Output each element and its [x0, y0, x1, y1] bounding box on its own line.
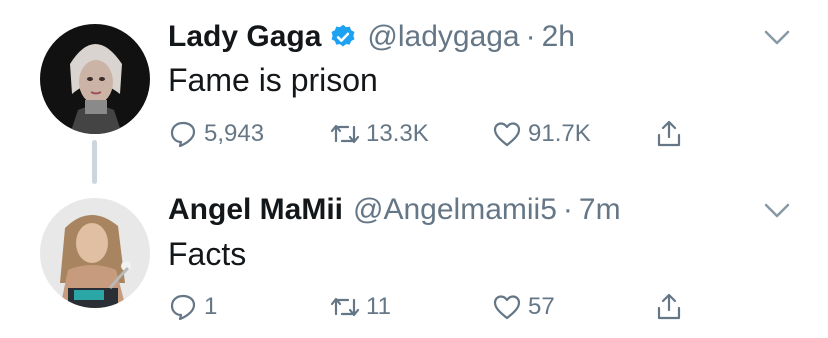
like-button[interactable]: 91.7K	[492, 114, 591, 154]
share-icon	[657, 120, 681, 147]
retweet-icon	[330, 297, 360, 317]
like-count: 57	[528, 293, 555, 320]
reply-count: 1	[204, 293, 218, 320]
chevron-down-icon[interactable]	[764, 203, 790, 219]
action-bar: 1 11 57	[168, 287, 708, 327]
author-handle[interactable]: @ladygaga	[367, 20, 519, 54]
tweet-header: Lady Gaga @ladygaga · 2h	[168, 17, 575, 57]
timestamp[interactable]: 2h	[542, 20, 575, 54]
separator-dot: ·	[525, 20, 536, 53]
share-button[interactable]	[654, 114, 690, 154]
action-bar: 5,943 13.3K 91.7K	[168, 114, 708, 154]
like-count: 91.7K	[528, 120, 591, 147]
retweet-icon	[330, 124, 360, 144]
author-name[interactable]: Lady Gaga	[168, 20, 321, 54]
reply-button[interactable]: 5,943	[168, 114, 264, 154]
author-name[interactable]: Angel MaMii	[168, 193, 343, 227]
like-button[interactable]: 57	[492, 287, 555, 327]
heart-icon	[493, 122, 521, 147]
timestamp[interactable]: 7m	[579, 193, 621, 227]
author-handle[interactable]: @Angelmamii5	[353, 193, 557, 227]
share-icon	[657, 293, 681, 320]
reply-count: 5,943	[204, 120, 265, 147]
verified-badge-icon	[331, 24, 355, 47]
tweet-text: Fame is prison	[168, 62, 378, 98]
retweet-button[interactable]: 11	[330, 287, 391, 327]
chevron-down-icon[interactable]	[764, 30, 790, 46]
retweet-count: 11	[366, 293, 391, 320]
reply-icon	[170, 121, 196, 148]
avatar[interactable]	[40, 198, 150, 308]
retweet-button[interactable]: 13.3K	[330, 114, 429, 154]
share-button[interactable]	[654, 287, 690, 327]
avatar[interactable]	[40, 24, 150, 134]
heart-icon	[493, 295, 521, 320]
reply-icon	[170, 294, 196, 321]
reply-button[interactable]: 1	[168, 287, 217, 327]
tweet-header: Angel MaMii @Angelmamii5 · 7m	[168, 190, 621, 230]
tweet-text: Facts	[168, 236, 247, 272]
retweet-count: 13.3K	[366, 120, 429, 147]
separator-dot: ·	[562, 193, 573, 226]
